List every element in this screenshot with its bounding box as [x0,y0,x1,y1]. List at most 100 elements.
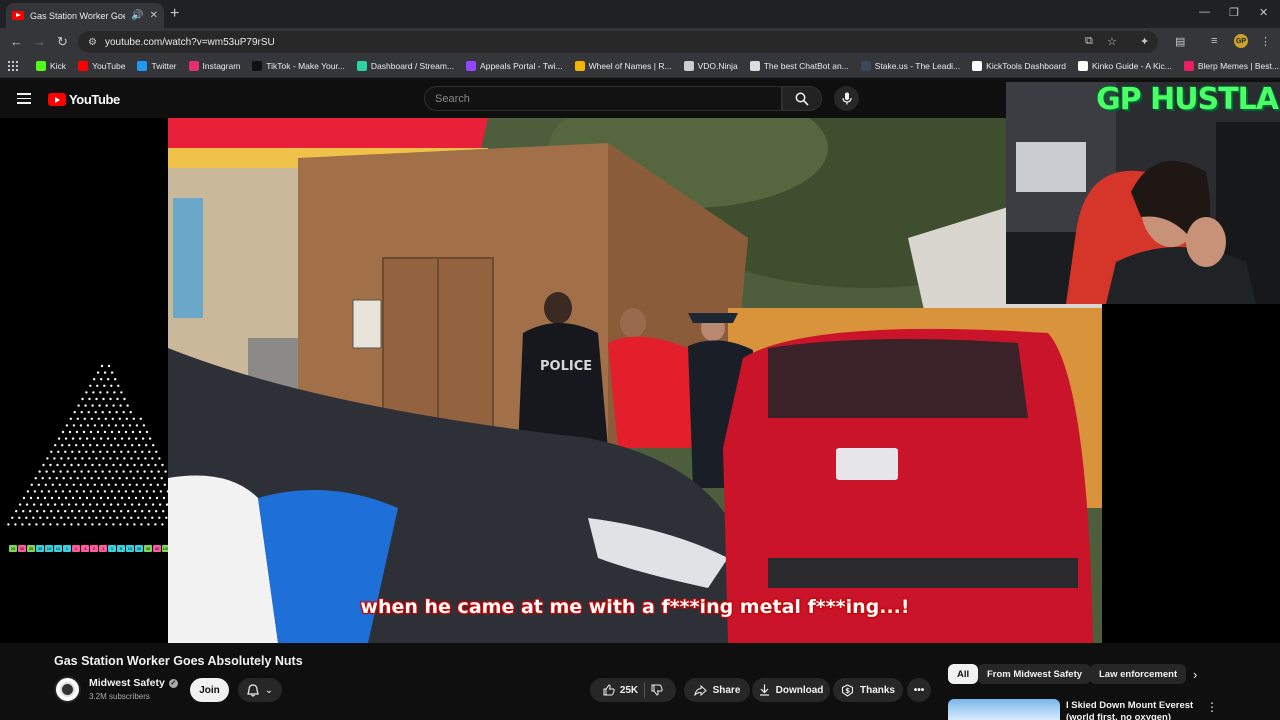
recommended-thumbnail[interactable] [948,699,1060,720]
channel-name[interactable]: Midwest Safety ✓ [89,677,178,689]
bookmark-favicon-icon [356,61,367,71]
counter-cell: 30 [36,545,44,552]
right-black-panel [1102,304,1280,643]
side-panel-icon[interactable]: ▤ [1175,35,1185,48]
bookmark-favicon-icon [683,61,694,71]
youtube-logo[interactable]: YouTube [48,92,120,107]
counter-cell: 35 [144,545,152,552]
recommended-more-icon[interactable]: ⋮ [1206,700,1218,714]
more-actions-button[interactable]: ••• [907,678,931,702]
video-player[interactable]: POLICE when he came at me with a f***ing… [168,118,1102,643]
subscriber-count: 3.2M subscribers [89,692,150,701]
search-button[interactable] [782,86,822,111]
thanks-icon: $ [841,683,854,697]
bookmark-item[interactable]: Dashboard / Stream... [356,61,454,71]
counter-strip: 20 30 35 30 10 10 1 1 -1 2 -1 1 5 10 30 35 30 100 [9,545,170,552]
bookmark-item[interactable]: YouTube [78,61,125,71]
share-button[interactable]: Share [684,678,750,702]
counter-cell: 10 [54,545,62,552]
counter-cell: 1 [72,545,80,552]
url-text[interactable]: youtube.com/watch?v=wm53uP79rSU [105,37,275,48]
extensions-icon[interactable]: ✦ [1140,35,1149,48]
bookmark-item[interactable]: VDO.Ninja [683,61,738,71]
like-divider [644,682,646,698]
counter-cell: -1 [81,545,89,552]
thumbs-up-icon [603,684,615,696]
bookmark-item[interactable]: Kinko Guide - A Kic... [1078,61,1172,71]
police-patch-text: POLICE [540,359,592,374]
bookmark-item[interactable]: TikTok - Make Your... [252,61,345,71]
counter-cell: 1 [63,545,71,552]
chevron-right-icon[interactable]: › [1193,667,1197,682]
bookmark-item[interactable]: Wheel of Names | R... [574,61,672,71]
install-app-icon[interactable]: ⧉ [1085,35,1093,48]
media-controls-icon[interactable]: ≡ [1211,35,1217,47]
thumbs-down-icon[interactable] [651,684,663,696]
counter-cell: 30 [135,545,143,552]
bookmark-star-icon[interactable]: ☆ [1107,35,1117,48]
site-info-icon[interactable]: ⚙ [88,37,97,48]
apps-grid-icon[interactable] [8,61,18,71]
back-icon[interactable]: ← [10,34,23,49]
close-window-icon[interactable]: ✕ [1259,6,1268,19]
youtube-play-icon [48,93,66,106]
minimize-icon[interactable]: — [1199,6,1210,18]
join-button[interactable]: Join [190,678,229,702]
bookmark-favicon-icon [749,61,760,71]
channel-avatar[interactable] [54,676,81,703]
chip-from-midwest-safety[interactable]: From Midwest Safety [978,664,1092,684]
profile-avatar[interactable]: GP [1234,34,1248,48]
restore-icon[interactable]: ❐ [1229,6,1239,19]
thanks-button[interactable]: $ Thanks [833,678,903,702]
tab-title: Gas Station Worker Goes Al [30,10,125,21]
browser-tab-bar: Gas Station Worker Goes Al 🔊 ✕ + — ❐ ✕ [0,0,1280,28]
close-tab-icon[interactable]: ✕ [150,10,158,21]
bookmark-favicon-icon [972,61,983,71]
search-icon [795,92,809,106]
counter-cell: 35 [27,545,35,552]
bookmark-item[interactable]: Stake.us - The Leadi... [860,61,960,71]
speaker-icon[interactable]: 🔊 [131,10,143,21]
omnibox[interactable]: ⚙ youtube.com/watch?v=wm53uP79rSU [78,31,1158,53]
left-overlay-panel [0,118,168,643]
forward-icon[interactable]: → [33,34,46,49]
bell-icon [247,683,259,697]
counter-cell: 2 [90,545,98,552]
microphone-icon [841,92,852,105]
recommended-title[interactable]: I Skied Down Mount Everest (world first,… [1066,700,1196,720]
reload-icon[interactable]: ↻ [57,34,68,50]
browser-menu-icon[interactable]: ⋮ [1260,35,1271,48]
chevron-down-icon: ⌄ [264,684,274,696]
bookmark-item[interactable]: The best ChatBot an... [749,61,849,71]
menu-icon[interactable] [17,93,31,104]
bookmark-favicon-icon [1183,61,1194,71]
voice-search-button[interactable] [834,86,859,111]
chip-law-enforcement[interactable]: Law enforcement [1090,664,1187,684]
video-subtitle: when he came at me with a f***ing metal … [360,596,910,618]
browser-address-bar: ← → ↻ ⚙ youtube.com/watch?v=wm53uP79rSU … [0,28,1280,55]
bookmark-favicon-icon [36,61,46,71]
youtube-header: YouTube Search [0,78,1006,118]
bookmark-item[interactable]: Blerp Memes | Best... [1183,61,1279,71]
bookmark-item[interactable]: KickTools Dashboard [972,61,1066,71]
bookmark-item[interactable]: Twitter [137,61,177,71]
download-button[interactable]: Download [752,678,830,702]
counter-cell: 5 [117,545,125,552]
webcam-title: GP HUSTLA [1096,82,1279,117]
video-details: Gas Station Worker Goes Absolutely Nuts … [0,643,1280,720]
chip-all[interactable]: All [948,664,979,684]
counter-cell: 20 [9,545,17,552]
video-frame: POLICE [168,118,1102,643]
like-dislike-group: 25K [590,678,676,702]
bookmark-item[interactable]: Instagram [188,61,240,71]
search-input[interactable]: Search [424,86,782,111]
new-tab-icon[interactable]: + [170,5,179,23]
bookmark-item[interactable]: Appeals Portal - Twi... [466,61,563,71]
bookmark-item[interactable]: Kick [36,61,66,71]
browser-tab-active[interactable]: Gas Station Worker Goes Al 🔊 ✕ [6,3,164,28]
share-icon [693,684,707,696]
svg-text:$: $ [845,687,850,695]
like-button[interactable]: 25K [603,684,638,696]
counter-cell: 30 [18,545,26,552]
notification-bell-button[interactable]: ⌄ [238,678,282,702]
